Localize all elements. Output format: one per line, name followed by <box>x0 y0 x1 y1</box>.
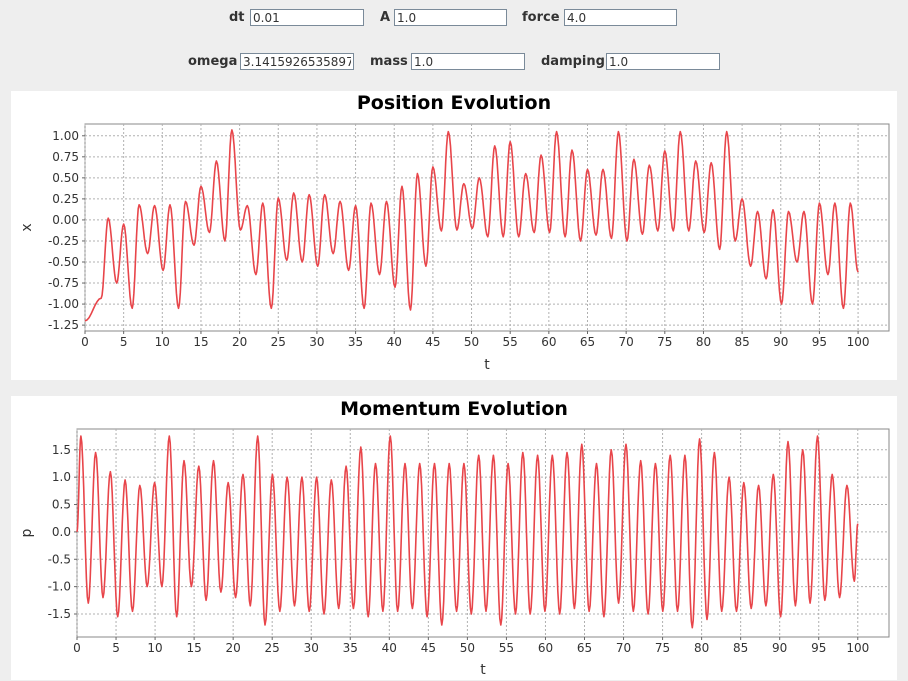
momentum-x-tick-label: 65 <box>577 641 592 655</box>
position-y-tick-label: 0.50 <box>52 171 79 185</box>
momentum-chart: 0 5 10 15 20 25 30 35 40 45 50 55 60 65 70 75 80 85 90 95 10… <box>19 428 890 678</box>
position-plot-area <box>84 123 890 332</box>
position-x-tick-label: 85 <box>734 335 749 349</box>
position-x-tick-label: 5 <box>120 335 128 349</box>
momentum-x-tick-label: 90 <box>772 641 787 655</box>
dt-field[interactable] <box>250 9 364 26</box>
position-x-tick-label: 30 <box>309 335 324 349</box>
momentum-x-tick-label: 100 <box>846 641 869 655</box>
momentum-x-axis-label: t <box>480 662 486 678</box>
damping-field[interactable] <box>606 53 720 70</box>
momentum-x-tick-label: 0 <box>73 641 81 655</box>
position-x-tick-label: 100 <box>847 335 870 349</box>
position-x-tick-label: 75 <box>657 335 672 349</box>
momentum-y-tick-label: 1.0 <box>52 470 71 484</box>
position-y-tick-label: -0.50 <box>48 255 79 269</box>
position-x-tick-label: 25 <box>271 335 286 349</box>
omega-label: omega <box>188 54 238 69</box>
position-y-axis-label: x <box>19 223 35 231</box>
position-chart: 0 5 10 15 20 25 30 35 40 45 50 55 60 65 70 75 80 85 90 95 10… <box>19 123 890 373</box>
position-y-tick-label: -1.00 <box>48 297 79 311</box>
position-x-tick-label: 95 <box>812 335 827 349</box>
position-y-tick-label: 0.75 <box>52 150 79 164</box>
momentum-x-tick-label: 15 <box>186 641 201 655</box>
momentum-x-tick-label: 25 <box>265 641 280 655</box>
momentum-x-tick-label: 70 <box>616 641 631 655</box>
momentum-x-tick-label: 5 <box>112 641 120 655</box>
position-x-tick-label: 10 <box>155 335 170 349</box>
position-x-tick-label: 50 <box>464 335 479 349</box>
amplitude-label: A <box>380 10 391 25</box>
momentum-x-tick-label: 85 <box>733 641 748 655</box>
position-x-tick-label: 20 <box>232 335 247 349</box>
mass-label: mass <box>370 54 408 69</box>
force-label: force <box>522 10 560 25</box>
momentum-x-tick-label: 95 <box>811 641 826 655</box>
position-y-tick-label: -1.25 <box>48 318 79 332</box>
damping-label: damping <box>541 54 605 69</box>
dt-label: dt <box>229 10 245 25</box>
position-y-tick-label: 0.00 <box>52 213 79 227</box>
position-x-tick-label: 45 <box>425 335 440 349</box>
position-x-tick-label: 80 <box>696 335 711 349</box>
position-y-tick-label: -0.75 <box>48 276 79 290</box>
momentum-y-tick-label: -1.5 <box>48 607 71 621</box>
momentum-x-tick-label: 45 <box>421 641 436 655</box>
position-x-tick-label: 65 <box>580 335 595 349</box>
position-x-tick-label: 60 <box>541 335 556 349</box>
position-y-tick-label: 1.00 <box>52 129 79 143</box>
momentum-y-tick-label: -0.5 <box>48 552 71 566</box>
position-x-tick-label: 55 <box>503 335 518 349</box>
momentum-y-axis-label: p <box>19 528 35 537</box>
momentum-x-tick-label: 80 <box>694 641 709 655</box>
momentum-chart-panel: Momentum Evolution 0 5 10 15 20 25 30 35 40 45 50 5… <box>11 396 897 680</box>
momentum-x-tick-label: 60 <box>538 641 553 655</box>
momentum-x-tick-label: 40 <box>382 641 397 655</box>
position-y-tick-label: 0.25 <box>52 192 79 206</box>
position-x-tick-label: 70 <box>619 335 634 349</box>
momentum-x-tick-label: 30 <box>304 641 319 655</box>
position-x-tick-label: 90 <box>773 335 788 349</box>
momentum-y-tick-label: 0.5 <box>52 498 71 512</box>
momentum-x-tick-label: 10 <box>147 641 162 655</box>
position-x-axis-label: t <box>484 357 490 373</box>
amplitude-field[interactable] <box>394 9 507 26</box>
momentum-x-tick-label: 50 <box>460 641 475 655</box>
momentum-x-tick-label: 20 <box>226 641 241 655</box>
position-x-tick-label: 15 <box>193 335 208 349</box>
momentum-x-tick-label: 55 <box>499 641 514 655</box>
momentum-y-tick-label: -1.0 <box>48 580 71 594</box>
position-y-tick-label: -0.25 <box>48 234 79 248</box>
mass-field[interactable] <box>411 53 525 70</box>
force-field[interactable] <box>564 9 677 26</box>
omega-field[interactable] <box>240 53 354 70</box>
position-x-tick-label: 35 <box>348 335 363 349</box>
momentum-y-tick-label: 1.5 <box>52 443 71 457</box>
position-x-tick-label: 0 <box>81 335 89 349</box>
position-x-tick-label: 40 <box>387 335 402 349</box>
position-chart-panel: Position Evolution 0 5 10 15 20 25 30 35 40 45 50 5… <box>11 91 897 380</box>
momentum-x-tick-label: 75 <box>655 641 670 655</box>
momentum-x-tick-label: 35 <box>343 641 358 655</box>
momentum-y-tick-label: 0.0 <box>52 525 71 539</box>
